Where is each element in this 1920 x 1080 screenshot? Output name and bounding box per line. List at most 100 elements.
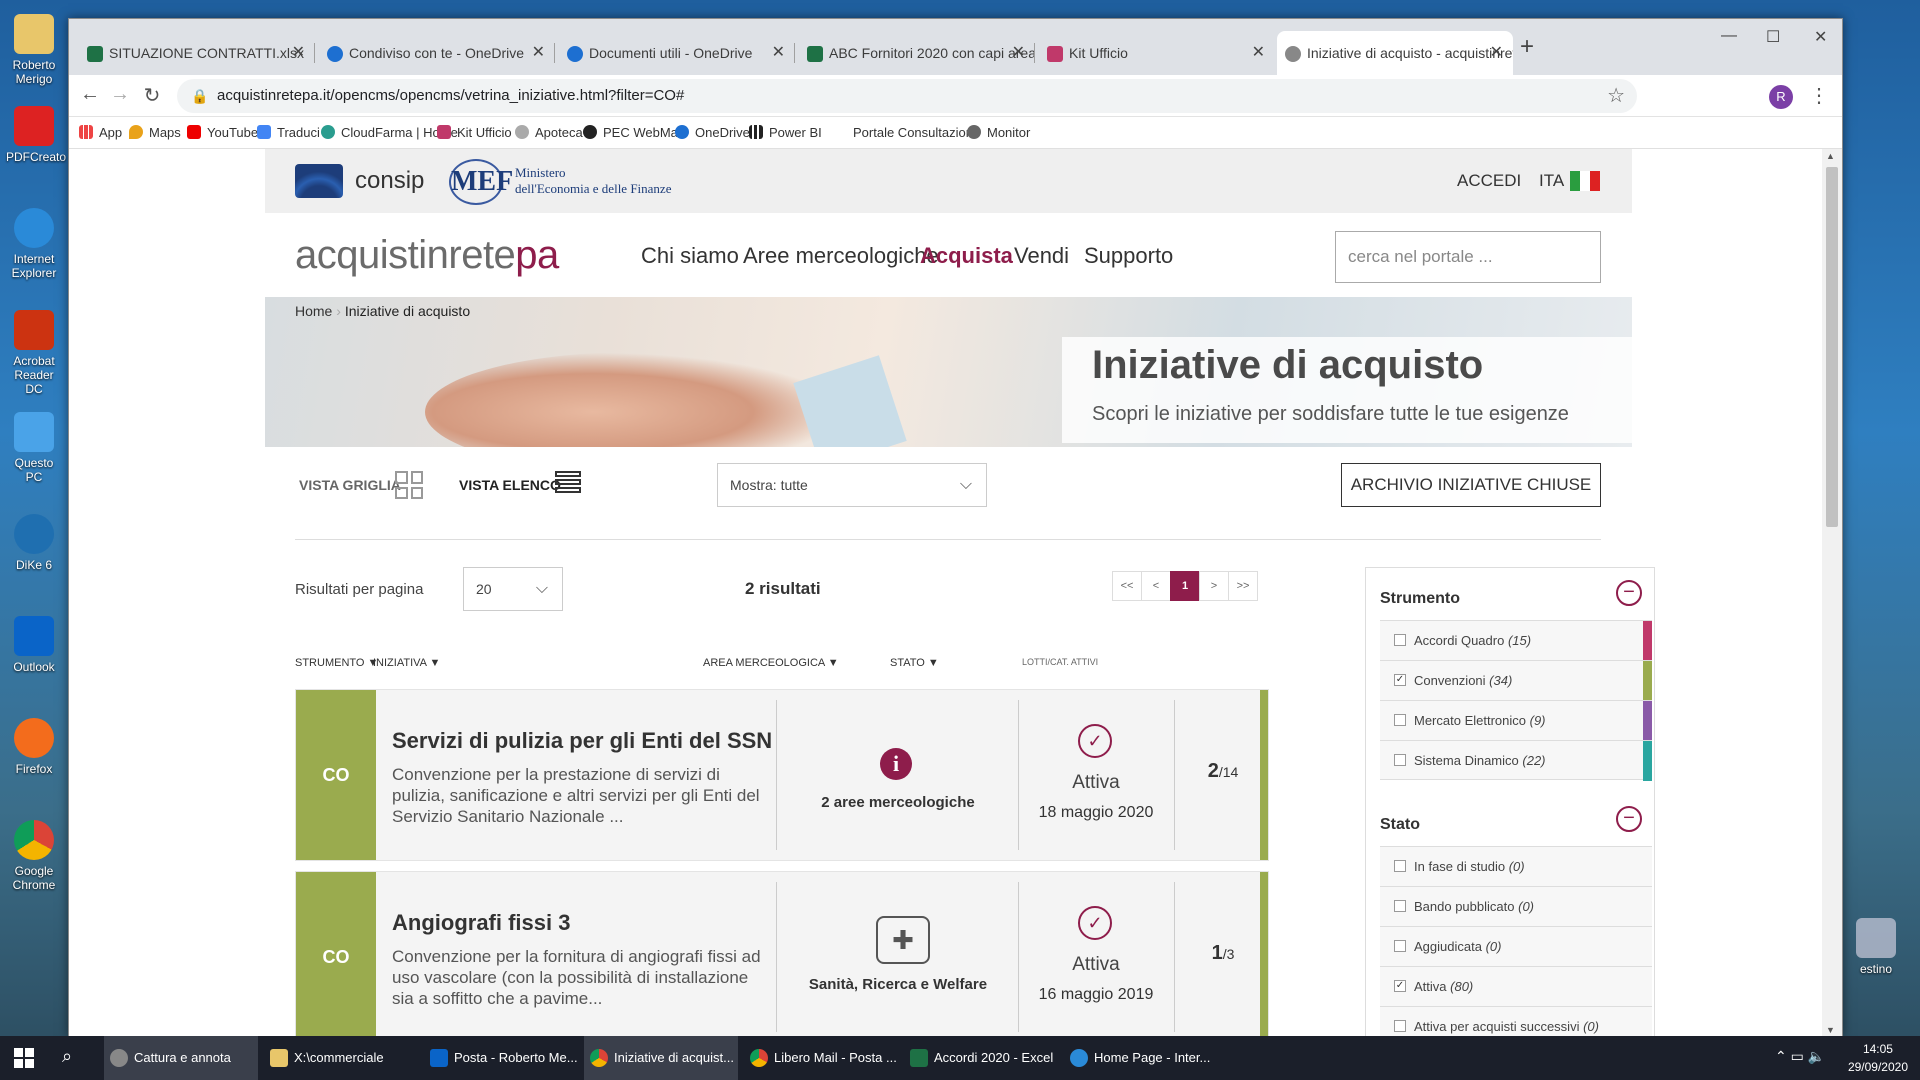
- vista-griglia-button[interactable]: VISTA GRIGLIA: [299, 477, 401, 493]
- collapse-icon[interactable]: −: [1616, 806, 1642, 832]
- taskbar-cattura-annota[interactable]: Cattura e annota: [104, 1036, 258, 1080]
- col-iniziativa[interactable]: INIZIATIVA ▼: [373, 657, 440, 669]
- menu-aree-merceologiche[interactable]: Aree merceologiche: [743, 243, 939, 269]
- forward-button[interactable]: →: [107, 83, 133, 106]
- bookmark-power-bi[interactable]: Power BI: [749, 117, 822, 149]
- col-area-merceologica[interactable]: AREA MERCEOLOGICA ▼: [703, 657, 839, 669]
- checkbox[interactable]: [1394, 860, 1406, 872]
- bookmark-star-icon[interactable]: ☆: [1607, 79, 1625, 113]
- taskbar-chrome-iniziative[interactable]: Iniziative di acquist...: [584, 1036, 738, 1080]
- collapse-icon[interactable]: −: [1616, 580, 1642, 606]
- taskbar-chrome-libero[interactable]: Libero Mail - Posta ...: [744, 1036, 898, 1080]
- breadcrumb-home[interactable]: Home: [295, 303, 332, 319]
- filter-accordi-quadro[interactable]: Accordi Quadro (15): [1380, 620, 1652, 661]
- scroll-up-icon[interactable]: ▲: [1826, 151, 1835, 161]
- system-tray-icons[interactable]: ⌃ ▭ 🔈: [1775, 1048, 1825, 1065]
- taskbar-excel[interactable]: Accordi 2020 - Excel: [904, 1036, 1058, 1080]
- filter-mercato-elettronico[interactable]: Mercato Elettronico (9): [1380, 700, 1652, 741]
- maximize-button[interactable]: ☐: [1766, 27, 1780, 47]
- grid-view-icon[interactable]: [395, 471, 423, 499]
- list-view-icon[interactable]: [555, 471, 581, 497]
- menu-chi-siamo[interactable]: Chi siamo: [641, 243, 739, 269]
- pager-last[interactable]: >>: [1228, 571, 1258, 601]
- archivio-iniziative-chiuse-button[interactable]: ARCHIVIO INIZIATIVE CHIUSE: [1341, 463, 1601, 507]
- menu-acquista[interactable]: Acquista: [920, 243, 1013, 269]
- checkbox-checked[interactable]: ✓: [1394, 980, 1406, 992]
- clock[interactable]: 14:05 29/09/2020: [1848, 1040, 1908, 1076]
- checkbox[interactable]: [1394, 1020, 1406, 1032]
- language-selector[interactable]: ITA: [1539, 171, 1564, 191]
- checkbox[interactable]: [1394, 714, 1406, 726]
- desktop-icon-dike[interactable]: DiKe 6: [6, 514, 62, 572]
- iniziativa-title[interactable]: Angiografi fissi 3: [392, 910, 570, 936]
- accedi-link[interactable]: ACCEDI: [1457, 171, 1521, 191]
- bookmark-kit-ufficio[interactable]: Kit Ufficio: [437, 117, 512, 149]
- close-icon[interactable]: ✕: [1012, 31, 1025, 75]
- checkbox[interactable]: [1394, 940, 1406, 952]
- close-icon[interactable]: ✕: [532, 31, 545, 75]
- desktop-icon-chrome[interactable]: Google Chrome: [6, 820, 62, 892]
- desktop-icon-firefox[interactable]: Firefox: [6, 718, 62, 776]
- col-stato[interactable]: STATO ▼: [890, 657, 939, 669]
- bookmark-app[interactable]: App: [79, 117, 122, 149]
- tab-abc-fornitori[interactable]: ABC Fornitori 2020 con capi area ✕: [799, 31, 1035, 75]
- bookmark-apoteca[interactable]: Apoteca: [515, 117, 583, 149]
- bookmark-monitor[interactable]: Monitor: [967, 117, 1030, 149]
- table-row[interactable]: CO Angiografi fissi 3 Convenzione per la…: [295, 871, 1269, 1037]
- desktop-icon-questo-pc[interactable]: Questo PC: [6, 412, 62, 484]
- desktop-icon-internet-explorer[interactable]: Internet Explorer: [6, 208, 62, 280]
- menu-supporto[interactable]: Supporto: [1084, 243, 1173, 269]
- close-window-button[interactable]: ✕: [1814, 27, 1827, 47]
- mef-logo[interactable]: MEF: [449, 159, 513, 205]
- checkbox[interactable]: [1394, 900, 1406, 912]
- desktop-icon-pdfcreator[interactable]: PDFCreato: [6, 106, 66, 164]
- italian-flag-icon[interactable]: [1570, 171, 1600, 191]
- table-row[interactable]: CO Servizi di pulizia per gli Enti del S…: [295, 689, 1269, 861]
- profile-avatar[interactable]: R: [1769, 85, 1793, 109]
- page-scrollbar[interactable]: ▲ ▼: [1822, 149, 1842, 1037]
- close-icon[interactable]: ✕: [1490, 31, 1503, 75]
- bookmark-onedrive[interactable]: OneDrive: [675, 117, 750, 149]
- desktop-icon-recycle-bin[interactable]: estino: [1848, 918, 1904, 976]
- bookmark-traduci[interactable]: Traduci: [257, 117, 320, 149]
- new-tab-button[interactable]: +: [1520, 33, 1534, 61]
- taskbar-internet-explorer[interactable]: Home Page - Inter...: [1064, 1036, 1218, 1080]
- filter-aggiudicata[interactable]: Aggiudicata (0): [1380, 926, 1652, 966]
- desktop-icon-user-folder[interactable]: Roberto Merigo: [6, 14, 62, 86]
- tab-documenti-onedrive[interactable]: Documenti utili - OneDrive ✕: [559, 31, 795, 75]
- pager-prev[interactable]: <: [1141, 571, 1171, 601]
- browser-menu-icon[interactable]: ⋮: [1809, 83, 1829, 108]
- bookmark-portale-consultazioni[interactable]: Portale Consultazioni: [853, 117, 976, 149]
- menu-vendi[interactable]: Vendi: [1014, 243, 1069, 269]
- tab-condiviso-onedrive[interactable]: Condiviso con te - OneDrive ✕: [319, 31, 555, 75]
- info-icon[interactable]: i: [880, 748, 912, 780]
- windows-start-icon[interactable]: [14, 1048, 34, 1068]
- tab-iniziative-acquisto[interactable]: Iniziative di acquisto - acquistinrete ✕: [1277, 31, 1513, 75]
- checkbox-checked[interactable]: ✓: [1394, 674, 1406, 686]
- close-icon[interactable]: ✕: [1252, 31, 1265, 75]
- pager-next[interactable]: >: [1199, 571, 1229, 601]
- mostra-dropdown[interactable]: Mostra: tutte ⌵: [717, 463, 987, 507]
- bookmark-maps[interactable]: Maps: [129, 117, 181, 149]
- col-strumento[interactable]: STRUMENTO ▼: [295, 657, 378, 669]
- risultati-per-pagina-select[interactable]: 20 ⌵: [463, 567, 563, 611]
- filter-bando-pubblicato[interactable]: Bando pubblicato (0): [1380, 886, 1652, 926]
- bookmark-youtube[interactable]: YouTube: [187, 117, 258, 149]
- iniziativa-title[interactable]: Servizi di pulizia per gli Enti del SSN: [392, 728, 772, 754]
- taskbar-explorer[interactable]: X:\commerciale: [264, 1036, 418, 1080]
- vista-elenco-button[interactable]: VISTA ELENCO: [459, 477, 561, 493]
- scroll-down-icon[interactable]: ▼: [1826, 1025, 1835, 1035]
- desktop-icon-acrobat[interactable]: Acrobat Reader DC: [6, 310, 62, 396]
- search-input[interactable]: cerca nel portale ...⌕: [1335, 231, 1601, 283]
- taskbar-outlook[interactable]: Posta - Roberto Me...: [424, 1036, 578, 1080]
- back-button[interactable]: ←: [77, 83, 103, 106]
- close-icon[interactable]: ✕: [772, 31, 785, 75]
- site-brand-logo[interactable]: acquistinretepa: [295, 233, 559, 278]
- desktop-icon-outlook[interactable]: Outlook: [6, 616, 62, 674]
- close-icon[interactable]: ✕: [292, 31, 305, 75]
- consip-logo-text[interactable]: consip: [355, 167, 424, 195]
- pager-page-1[interactable]: 1: [1170, 571, 1200, 601]
- search-icon[interactable]: ⌕: [62, 1046, 72, 1067]
- filter-attiva-acquisti-successivi[interactable]: Attiva per acquisti successivi (0): [1380, 1006, 1652, 1037]
- tab-kit-ufficio[interactable]: Kit Ufficio ✕: [1039, 31, 1275, 75]
